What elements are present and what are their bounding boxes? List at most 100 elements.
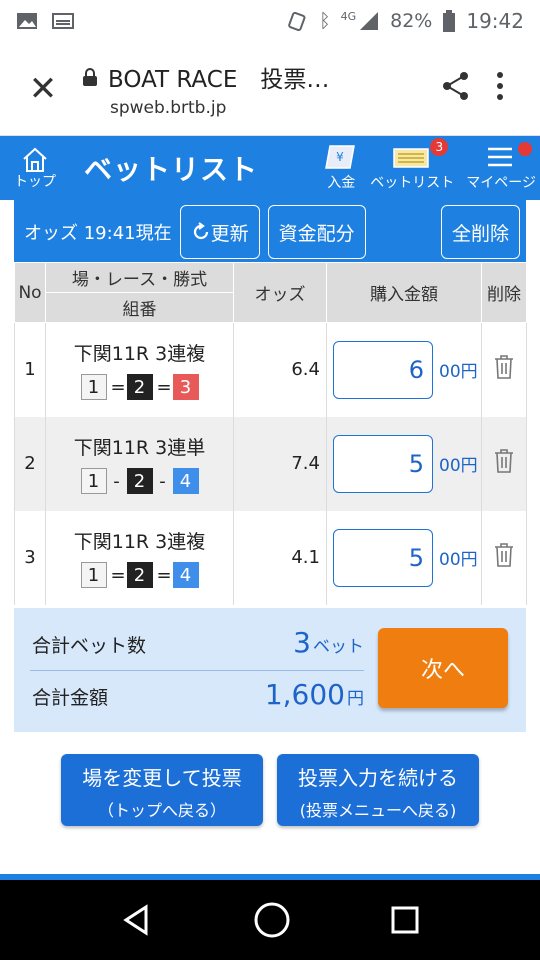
trash-icon[interactable]: [493, 542, 515, 568]
combo-separator: =: [110, 564, 126, 586]
trash-icon[interactable]: [493, 354, 515, 380]
summary-divider: [30, 670, 364, 671]
col-header-delete: 削除: [481, 262, 527, 323]
bet-count-unit: ベット: [313, 637, 364, 657]
continue-voting-button[interactable]: 投票入力を続ける (投票メニューへ戻る): [277, 754, 479, 826]
boat-number: 2: [126, 374, 153, 401]
total-unit: 円: [347, 689, 364, 709]
lock-icon: [83, 67, 97, 86]
refresh-button[interactable]: 更新: [179, 205, 260, 259]
combo-separator: -: [113, 470, 120, 492]
odds-toolbar: オッズ 19:41現在 更新 資金配分 全削除: [14, 200, 526, 264]
col-header-combo: 組番: [45, 292, 234, 323]
amount-input[interactable]: 5: [333, 434, 433, 493]
refresh-icon: [193, 222, 208, 240]
bluetooth-icon: ᛒ: [319, 10, 331, 32]
share-icon[interactable]: [434, 70, 478, 108]
boat-number: 2: [126, 468, 153, 494]
amount-unit: 00円: [439, 456, 478, 476]
amount-cell: 5 00円: [326, 416, 482, 511]
total-value: 1,600: [264, 678, 345, 711]
col-header-race: 場・レース・勝式: [45, 262, 234, 293]
status-bar: ᛒ 4G 82% 19:42: [0, 0, 540, 42]
boat-number: 4: [172, 562, 199, 588]
ticket-icon: [393, 148, 430, 168]
amount-input[interactable]: 6: [333, 340, 433, 399]
signal-icon: [360, 12, 379, 30]
race-name: 下関11R 3連単: [73, 437, 206, 459]
continue-voting-sublabel: (投票メニューへ戻る): [299, 801, 457, 820]
boat-number: 1: [80, 468, 107, 494]
total-row: 合計金額 1,600 円: [32, 678, 364, 711]
deposit-icon: ¥: [325, 145, 356, 169]
url-host: spweb.brtb.jp: [110, 97, 227, 118]
combination: 1 = 2 = 3: [46, 374, 233, 401]
continue-voting-label: 投票入力を続ける: [298, 766, 458, 790]
combination: 1 = 2 = 4: [46, 562, 233, 588]
bet-count-row: 合計ベット数 3 ベット: [32, 626, 364, 659]
nav-betlist-button[interactable]: 3 ベットリスト: [370, 138, 455, 192]
home-icon: [23, 147, 47, 172]
combo-separator: =: [110, 376, 126, 398]
combination: 1 - 2 - 4: [46, 468, 233, 494]
system-nav-bar: [0, 880, 540, 960]
home-circle-icon[interactable]: [253, 901, 291, 939]
close-icon[interactable]: ✕: [18, 69, 68, 109]
nav-deposit-label: 入金: [327, 175, 356, 191]
nav-deposit-button[interactable]: ¥ 入金: [324, 144, 358, 192]
menu-icon: [488, 147, 513, 167]
cast-icon: [52, 13, 74, 29]
change-venue-button[interactable]: 場を変更して投票 （トップへ戻る）: [61, 754, 263, 826]
delete-cell: [481, 510, 527, 605]
table-row: 1 下関11R 3連複 1 = 2 = 3 6.4 6 00円: [14, 322, 527, 417]
row-number: 2: [14, 416, 46, 511]
col-header-odds: オッズ: [233, 262, 327, 323]
nav-top-label: トップ: [14, 174, 56, 190]
row-number: 1: [14, 322, 46, 417]
amount-input[interactable]: 5: [333, 528, 433, 587]
col-header-no: No: [14, 262, 46, 323]
combo-separator: =: [156, 376, 172, 398]
back-icon[interactable]: [120, 903, 154, 937]
race-cell: 下関11R 3連単 1 - 2 - 4: [45, 416, 234, 511]
boat-number: 3: [172, 374, 199, 401]
odds-value: 7.4: [233, 416, 327, 511]
amount-cell: 5 00円: [326, 510, 482, 605]
amount-unit: 00円: [439, 362, 478, 383]
race-cell: 下関11R 3連複 1 = 2 = 3: [45, 322, 234, 417]
betlist-badge: 3: [430, 138, 449, 156]
amount-cell: 6 00円: [326, 322, 482, 417]
trash-icon[interactable]: [493, 448, 515, 474]
total-label: 合計金額: [32, 687, 109, 709]
nfc-icon: [288, 11, 306, 31]
odds-value: 4.1: [233, 510, 327, 605]
nav-mypage-label: マイページ: [466, 175, 536, 191]
url-block[interactable]: BOAT RACE 投票… spweb.brtb.jp: [82, 60, 434, 118]
nav-betlist-label: ベットリスト: [370, 175, 455, 191]
clock: 19:42: [466, 9, 524, 33]
race-cell: 下関11R 3連複 1 = 2 = 4: [45, 510, 234, 605]
delete-all-button[interactable]: 全削除: [440, 205, 520, 259]
image-icon: [17, 13, 37, 29]
odds-value: 6.4: [233, 322, 327, 417]
summary-panel: 合計ベット数 3 ベット 合計金額 1,600 円 次へ: [14, 608, 526, 732]
app-header: トップ ベットリスト ¥ 入金 3 ベットリスト マイページ: [0, 136, 540, 200]
allocate-funds-button[interactable]: 資金配分: [267, 205, 366, 259]
change-venue-label: 場を変更して投票: [82, 766, 242, 790]
bet-count-value: 3: [293, 626, 311, 659]
page-title: BOAT RACE 投票…: [108, 66, 330, 93]
col-header-amount: 購入金額: [326, 262, 482, 323]
nav-mypage-button[interactable]: マイページ: [466, 142, 536, 192]
boat-number: 1: [80, 374, 107, 401]
browser-toolbar: ✕ BOAT RACE 投票… spweb.brtb.jp: [0, 42, 540, 136]
boat-number: 1: [80, 562, 107, 588]
amount-unit: 00円: [439, 550, 478, 570]
nav-top-button[interactable]: トップ: [0, 147, 70, 189]
table-row: 2 下関11R 3連単 1 - 2 - 4 7.4 5 00円: [14, 416, 527, 511]
notification-dot: [518, 142, 532, 156]
next-button[interactable]: 次へ: [378, 628, 508, 708]
race-name: 下関11R 3連複: [73, 343, 206, 366]
recents-icon[interactable]: [390, 905, 420, 935]
more-vert-icon[interactable]: [478, 71, 522, 107]
change-venue-sublabel: （トップへ戻る）: [97, 801, 226, 820]
